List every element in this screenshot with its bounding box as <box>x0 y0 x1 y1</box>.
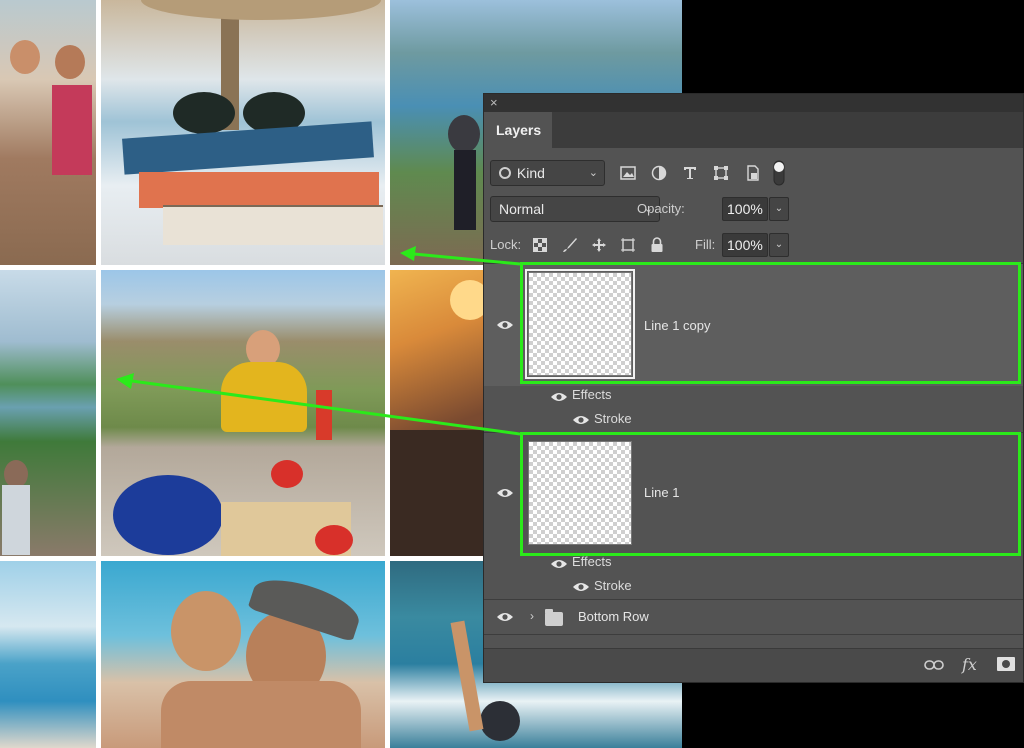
effects-label: Effects <box>572 387 612 402</box>
blend-mode-select[interactable]: Normal ⌄ <box>490 196 660 222</box>
type-filter-icon[interactable] <box>679 162 701 184</box>
collage-photo-bay-walker <box>0 270 96 556</box>
visibility-eye-icon[interactable] <box>550 558 568 570</box>
layer-group-bottom-row[interactable]: › Bottom Row <box>484 600 1023 634</box>
stroke-effect-label: Stroke <box>594 578 632 593</box>
fill-field[interactable]: 100% <box>722 233 768 257</box>
blend-mode-value: Normal <box>499 201 545 217</box>
smart-object-filter-icon[interactable] <box>742 162 764 184</box>
close-icon[interactable]: × <box>490 94 498 112</box>
panel-title-bar: × <box>484 94 1023 112</box>
collage-photo-sea-horizon <box>0 561 96 748</box>
panel-footer: fx <box>484 648 1023 682</box>
lock-all-icon[interactable] <box>646 234 668 256</box>
lock-label: Lock: <box>490 237 522 252</box>
lock-position-icon[interactable] <box>588 234 610 256</box>
layer-effect-stroke-row[interactable]: Stroke <box>484 575 1023 599</box>
kind-filter-select[interactable]: Kind ⌄ <box>490 160 605 186</box>
link-layers-icon[interactable] <box>924 659 944 671</box>
collage-photo-couple-beach <box>101 561 385 748</box>
filter-row: Kind ⌄ <box>484 154 1023 190</box>
visibility-eye-icon[interactable] <box>572 414 590 426</box>
visibility-eye-icon[interactable] <box>496 611 514 623</box>
adjustment-filter-icon[interactable] <box>648 162 670 184</box>
lock-image-icon[interactable] <box>559 234 581 256</box>
layers-panel: × Layers Kind ⌄ Normal ⌄ Opacity: 100% ⌄… <box>483 93 1024 683</box>
chevron-down-icon: ⌄ <box>588 167 598 179</box>
chevron-right-icon[interactable]: › <box>530 609 534 623</box>
image-filter-icon[interactable] <box>617 162 639 184</box>
lock-row: Lock: Fill: 100% ⌄ <box>484 228 1023 262</box>
panel-tab-bar: Layers <box>484 112 1023 148</box>
layer-effects-row[interactable]: Effects <box>484 386 1023 408</box>
opacity-label: Opacity: <box>637 201 685 216</box>
layer-effects-row[interactable]: Effects <box>484 553 1023 575</box>
layer-effect-stroke-row[interactable]: Stroke <box>484 408 1023 432</box>
filter-toggle-icon[interactable] <box>772 160 786 186</box>
highlight-box-line-1 <box>520 432 1021 556</box>
divider <box>484 634 1023 635</box>
tab-layers[interactable]: Layers <box>484 112 552 148</box>
opacity-field[interactable]: 100% <box>722 197 768 221</box>
effects-label: Effects <box>572 554 612 569</box>
shape-filter-icon[interactable] <box>710 162 732 184</box>
blend-row: Normal ⌄ Opacity: 100% ⌄ <box>484 190 1023 226</box>
fill-dropdown-icon[interactable]: ⌄ <box>769 233 789 257</box>
add-mask-icon[interactable] <box>997 657 1015 671</box>
search-icon <box>499 167 511 179</box>
collage-photo-friends-beach <box>0 0 96 265</box>
fx-icon[interactable]: fx <box>962 655 977 674</box>
collage-photo-books-sunglasses <box>101 0 385 265</box>
stroke-effect-label: Stroke <box>594 411 632 426</box>
folder-icon <box>545 609 563 626</box>
collage-photo-mountain-picnic <box>101 270 385 556</box>
fill-label: Fill: <box>695 237 716 252</box>
visibility-eye-icon[interactable] <box>496 487 514 499</box>
highlight-box-line-1-copy <box>520 262 1021 384</box>
lock-transparent-icon[interactable] <box>529 234 551 256</box>
visibility-eye-icon[interactable] <box>496 319 514 331</box>
group-name[interactable]: Bottom Row <box>578 609 649 624</box>
kind-label: Kind <box>516 165 545 181</box>
opacity-dropdown-icon[interactable]: ⌄ <box>769 197 789 221</box>
visibility-eye-icon[interactable] <box>550 391 568 403</box>
lock-artboard-icon[interactable] <box>617 234 639 256</box>
visibility-eye-icon[interactable] <box>572 581 590 593</box>
